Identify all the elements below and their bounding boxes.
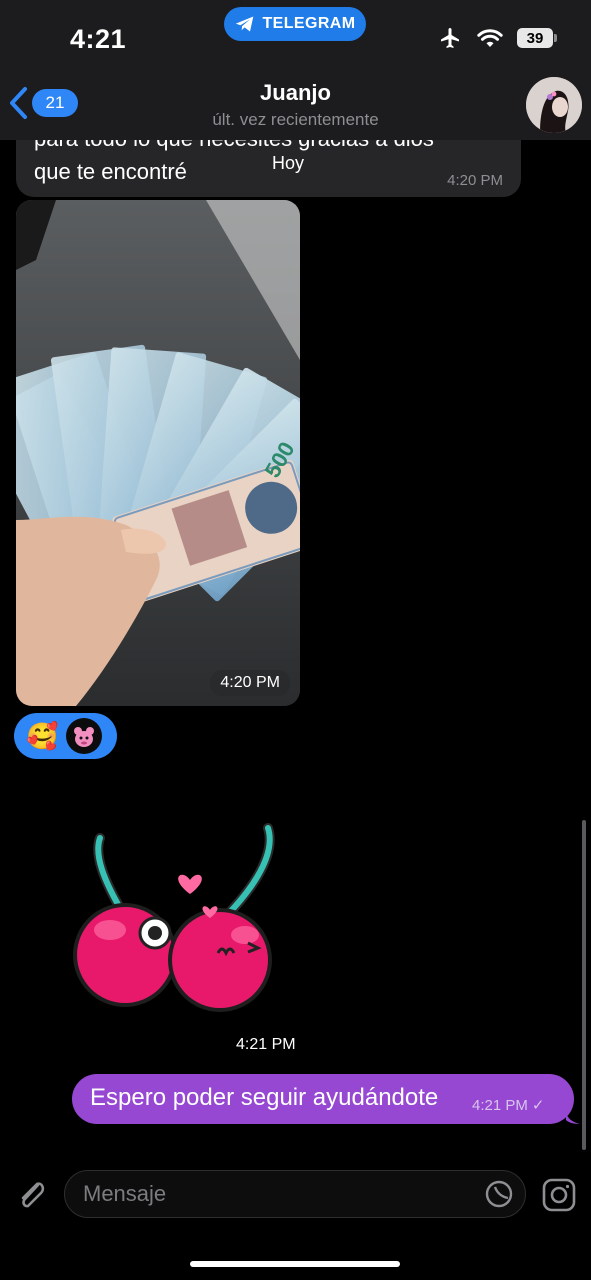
contact-last-seen: últ. vez recientemente [212,110,379,129]
outgoing-message-bubble[interactable]: Espero poder seguir ayudándote 4:21 PM ✓ [72,1074,574,1124]
status-bar: 4:21 TELEGRAM 39 [0,0,591,72]
status-time: 4:21 [70,24,127,54]
wifi-icon [477,29,503,47]
airplane-icon [441,28,459,48]
status-icons: 39 [437,26,557,50]
banknote-value: 500 [260,438,300,478]
chat-scrollbar[interactable] [582,820,586,1150]
photo-message[interactable]: 500 4:20 PM [16,200,300,706]
telegram-icon [235,16,253,32]
sticker-time: 4:21 PM [236,1036,296,1053]
avatar-photo [526,77,582,133]
pink-panther-icon [74,727,95,747]
banknote-value-label: 500 [260,438,300,478]
outgoing-message-text: Espero poder seguir ayudándote [90,1084,439,1111]
home-indicator[interactable] [190,1261,400,1267]
outgoing-message-meta: 4:21 PM ✓ [472,1096,545,1115]
message-input[interactable] [64,1170,526,1218]
reactor-avatar [66,718,103,754]
telegram-label: TELEGRAM [262,15,356,32]
chevron-left-icon [10,87,27,119]
paperclip-icon[interactable] [14,1176,50,1212]
sticker-icon[interactable] [484,1179,514,1209]
telegram-return-pill[interactable]: TELEGRAM [224,7,366,41]
outgoing-message-time: 4:21 PM [472,1096,528,1114]
photo-message-time: 4:20 PM [210,670,290,696]
battery-indicator: 39 [517,28,557,48]
money-photo [16,200,300,706]
contact-avatar[interactable] [526,77,582,133]
back-button[interactable]: 21 [8,86,78,120]
bubble-tail [566,1110,580,1124]
camera-icon[interactable] [540,1176,578,1214]
cherries-kiss-sticker[interactable] [70,820,310,1020]
unread-count-badge: 21 [32,89,78,117]
checkmark-icon: ✓ [531,1097,545,1114]
day-separator: Hoy [272,152,305,173]
incoming-message-time: 4:20 PM [447,172,503,189]
contact-name[interactable]: Juanjo [0,80,591,106]
message-reactions[interactable]: 🥰 [14,713,117,759]
chat-header: Juanjo últ. vez recientemente 21 [0,72,591,140]
sticker-image [73,823,275,1012]
reaction-emoji: 🥰 [26,721,59,751]
